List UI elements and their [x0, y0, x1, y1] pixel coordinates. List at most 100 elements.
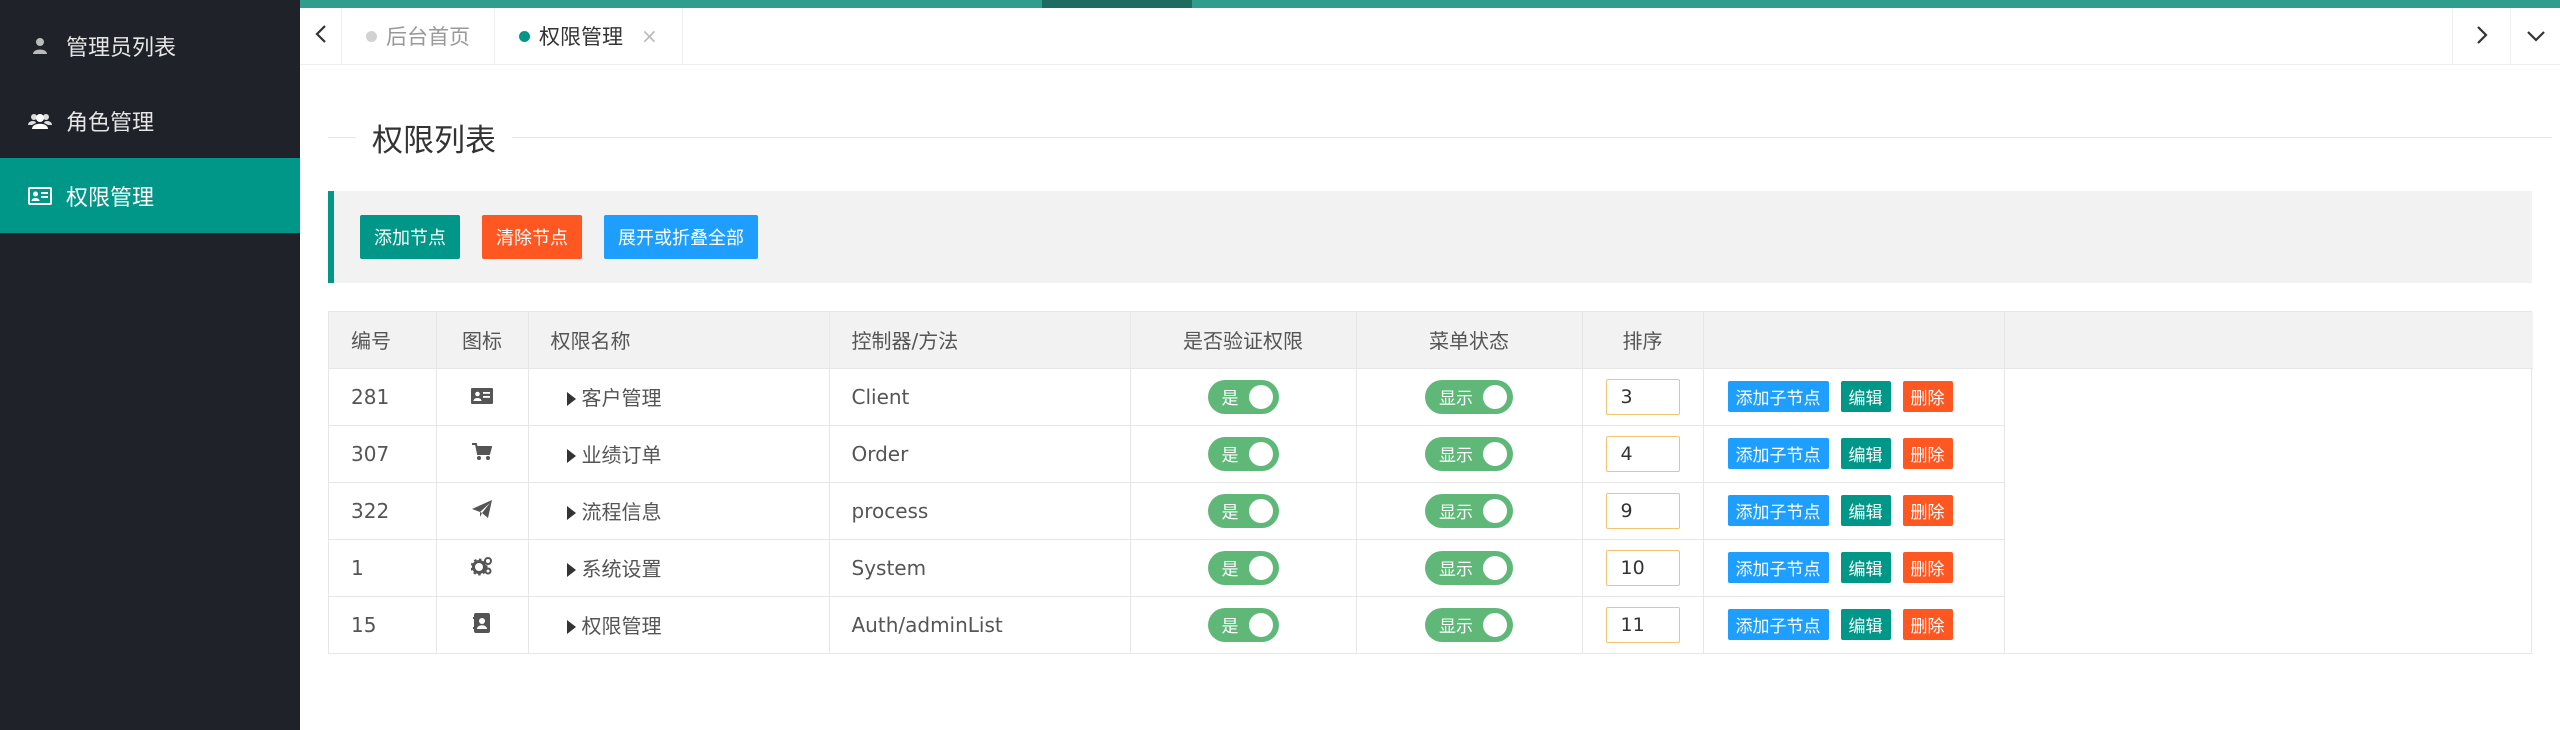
table-row: 322 流程信息 process 是 显示 添加子节点编辑删除	[329, 482, 2533, 540]
menu-status-toggle[interactable]: 显示	[1425, 379, 1513, 414]
menu-status-toggle[interactable]: 显示	[1425, 436, 1513, 471]
toggle-knob	[1248, 384, 1273, 409]
cell-controller: Order	[829, 425, 1131, 483]
column-header-auth: 是否验证权限	[1130, 312, 1357, 369]
add-child-node-button[interactable]: 添加子节点	[1727, 438, 1829, 469]
toggle-label: 是	[1221, 617, 1239, 638]
menu-status-toggle[interactable]: 显示	[1425, 550, 1513, 585]
cell-id: 281	[329, 368, 437, 426]
sort-input[interactable]	[1605, 378, 1680, 415]
toggle-label: 显示	[1439, 503, 1473, 523]
add-child-node-button[interactable]: 添加子节点	[1727, 609, 1829, 641]
clear-node-button[interactable]: 清除节点	[482, 215, 582, 259]
tab-permission-management[interactable]: 权限管理 ×	[495, 7, 683, 65]
menu-status-toggle[interactable]: 显示	[1425, 493, 1513, 528]
column-header-actions	[1703, 312, 2005, 369]
sort-input[interactable]	[1605, 549, 1680, 586]
table-header-row: 编号 图标 权限名称 控制器/方法 是否验证权限 菜单状态 排序	[329, 312, 2533, 369]
tab-bar: 后台首页 权限管理 ×	[300, 7, 2560, 65]
add-node-button[interactable]: 添加节点	[360, 215, 460, 259]
toggle-label: 显示	[1439, 446, 1473, 466]
sidebar-item-role-management[interactable]: 角色管理	[0, 83, 300, 158]
auth-toggle[interactable]: 是	[1207, 550, 1279, 585]
toggle-label: 显示	[1439, 389, 1473, 409]
sidebar-item-permission-management[interactable]: 权限管理	[0, 158, 300, 233]
top-strip-highlight	[1042, 0, 1192, 8]
sort-input[interactable]	[1605, 492, 1680, 529]
title-divider	[328, 136, 356, 138]
sidebar-item-label: 角色管理	[66, 110, 155, 136]
cell-controller: process	[829, 482, 1131, 540]
table-row: 307 业绩订单 Order 是 显示 添加子节点编辑删除	[329, 425, 2533, 483]
page-title-fieldset: 权限列表	[328, 119, 2552, 159]
column-header-filler	[2004, 312, 2533, 369]
toggle-knob	[1248, 555, 1273, 580]
cell-controller: Client	[829, 368, 1131, 426]
sidebar-item-label: 权限管理	[66, 185, 155, 211]
contact-book-icon	[471, 612, 493, 634]
add-child-node-button[interactable]: 添加子节点	[1727, 552, 1829, 583]
chevron-right-icon	[2476, 25, 2488, 49]
auth-toggle[interactable]: 是	[1207, 493, 1279, 528]
auth-toggle[interactable]: 是	[1207, 607, 1279, 642]
tab-menu-button[interactable]	[2510, 8, 2560, 65]
permission-table: 编号 图标 权限名称 控制器/方法 是否验证权限 菜单状态 排序 281 客户管…	[328, 311, 2533, 654]
sidebar-item-admin-list[interactable]: 管理员列表	[0, 8, 300, 83]
cell-name: 系统设置	[581, 557, 662, 581]
gears-icon	[471, 555, 493, 577]
edit-button[interactable]: 编辑	[1840, 609, 1891, 641]
tab-scroll-right-button[interactable]	[2452, 8, 2510, 65]
toggle-label: 是	[1221, 503, 1239, 523]
page-title: 权限列表	[372, 122, 496, 159]
sort-input[interactable]	[1605, 435, 1680, 472]
id-card-icon	[28, 184, 52, 208]
user-icon	[28, 34, 52, 58]
expand-caret-icon[interactable]	[566, 563, 576, 577]
edit-button[interactable]: 编辑	[1840, 552, 1891, 583]
expand-caret-icon[interactable]	[566, 506, 576, 520]
column-header-menu-status: 菜单状态	[1356, 312, 1583, 369]
column-header-controller: 控制器/方法	[829, 312, 1131, 369]
sort-input[interactable]	[1605, 606, 1680, 643]
tab-home[interactable]: 后台首页	[342, 7, 495, 65]
menu-status-toggle[interactable]: 显示	[1425, 607, 1513, 642]
tab-label: 权限管理	[539, 25, 623, 49]
id-card-icon	[471, 385, 493, 407]
main-content: 权限列表 添加节点 清除节点 展开或折叠全部 编号 图标 权限名称 控制器/方法…	[300, 65, 2560, 730]
expand-caret-icon[interactable]	[566, 620, 576, 635]
close-icon[interactable]: ×	[641, 24, 658, 48]
toolbar: 添加节点 清除节点 展开或折叠全部	[328, 191, 2532, 283]
auth-toggle[interactable]: 是	[1207, 379, 1279, 414]
add-child-node-button[interactable]: 添加子节点	[1727, 381, 1829, 412]
edit-button[interactable]: 编辑	[1840, 438, 1891, 469]
delete-button[interactable]: 删除	[1902, 495, 1953, 526]
toggle-label: 是	[1221, 389, 1239, 409]
table-row: 15 权限管理 Auth/adminList 是 显示 添加子节点编辑删除	[329, 596, 2533, 653]
cell-id: 322	[329, 482, 437, 540]
tab-bar-right-controls	[2452, 8, 2560, 65]
edit-button[interactable]: 编辑	[1840, 381, 1891, 412]
toggle-knob	[1248, 612, 1273, 637]
toggle-label: 是	[1221, 446, 1239, 466]
delete-button[interactable]: 删除	[1902, 552, 1953, 583]
expand-caret-icon[interactable]	[566, 392, 576, 406]
toggle-label: 是	[1221, 560, 1239, 580]
edit-button[interactable]: 编辑	[1840, 495, 1891, 526]
delete-button[interactable]: 删除	[1902, 381, 1953, 412]
expand-caret-icon[interactable]	[566, 449, 576, 463]
cell-name: 客户管理	[581, 386, 662, 410]
expand-collapse-all-button[interactable]: 展开或折叠全部	[604, 215, 758, 259]
add-child-node-button[interactable]: 添加子节点	[1727, 495, 1829, 526]
tab-scroll-left-button[interactable]	[300, 7, 342, 65]
sidebar-top-bar	[0, 0, 300, 8]
auth-toggle[interactable]: 是	[1207, 436, 1279, 471]
tab-label: 后台首页	[386, 25, 470, 49]
toggle-label: 显示	[1439, 560, 1473, 580]
toggle-knob	[1483, 555, 1507, 580]
tab-status-dot	[519, 30, 530, 42]
delete-button[interactable]: 删除	[1902, 609, 1953, 641]
cell-name: 业绩订单	[581, 443, 662, 467]
tab-status-dot	[366, 30, 377, 42]
delete-button[interactable]: 删除	[1902, 438, 1953, 469]
table-row: 1 系统设置 System 是 显示 添加子节点编辑删除	[329, 539, 2533, 597]
